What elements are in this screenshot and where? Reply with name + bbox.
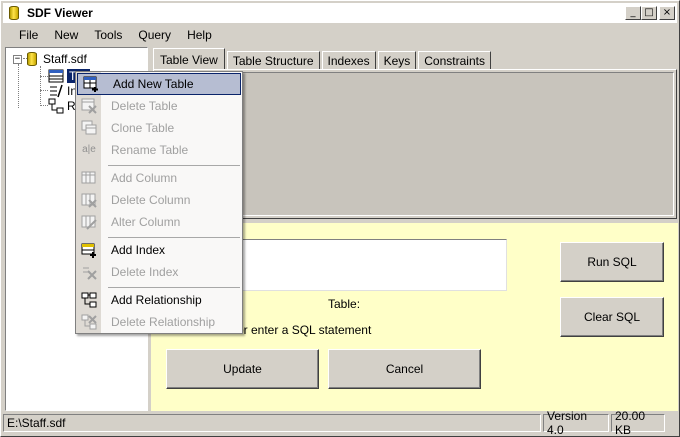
minimize-icon: _: [630, 7, 636, 18]
relationship-icon: [48, 98, 64, 114]
database-icon: [6, 5, 22, 21]
context-menu: Add New Table Delete Table Clone Table a…: [75, 71, 243, 334]
menu-item-rename-table[interactable]: a|e Rename Table: [76, 139, 242, 161]
collapse-icon[interactable]: −: [13, 54, 22, 64]
database-icon: [24, 51, 40, 67]
close-icon: ×: [662, 7, 672, 18]
delete-index-icon: [81, 264, 97, 280]
clear-sql-button[interactable]: Clear SQL: [560, 297, 664, 337]
main-window: SDF Viewer _ □ × File New Tools Query He…: [0, 0, 680, 437]
status-size: 20.00 KB: [611, 409, 665, 437]
menu-file[interactable]: File: [3, 28, 46, 42]
close-button[interactable]: ×: [659, 6, 675, 20]
menu-item-label: Add Relationship: [111, 293, 202, 307]
maximize-button[interactable]: □: [641, 6, 657, 20]
menu-item-delete-column[interactable]: Delete Column: [76, 189, 242, 211]
tree-root[interactable]: − Staff.sdf: [13, 51, 87, 67]
menu-item-label: Delete Index: [111, 265, 179, 279]
minimize-button[interactable]: _: [625, 6, 641, 20]
status-version: Version 4.0: [543, 409, 609, 437]
menu-item-label: Alter Column: [111, 215, 181, 229]
tab-table-structure[interactable]: Table Structure: [226, 51, 320, 70]
tab-constraints[interactable]: Constraints: [418, 51, 491, 70]
alter-column-icon: [81, 214, 97, 230]
maximize-icon: □: [644, 7, 654, 18]
menu-item-delete-relationship[interactable]: Delete Relationship: [76, 311, 242, 333]
tab-keys[interactable]: Keys: [377, 51, 417, 70]
update-button[interactable]: Update: [166, 349, 319, 389]
menu-item-alter-column[interactable]: Alter Column: [76, 211, 242, 233]
menu-item-label: Clone Table: [111, 121, 175, 135]
sql-hint: or enter a SQL statement: [237, 323, 372, 337]
window-title: SDF Viewer: [27, 6, 93, 20]
rename-table-icon: a|e: [82, 144, 96, 155]
menu-item-add-relationship[interactable]: Add Relationship: [76, 289, 242, 311]
tab-table-view[interactable]: Table View: [153, 48, 225, 70]
menu-item-label: Add New Table: [113, 77, 194, 91]
menu-item-label: Delete Table: [111, 99, 178, 113]
tab-strip: Table View Table Structure Indexes Keys …: [153, 48, 493, 70]
tree-item-relationships[interactable]: R: [46, 98, 76, 114]
menu-new[interactable]: New: [46, 28, 86, 42]
add-column-icon: [81, 170, 97, 186]
run-sql-button[interactable]: Run SQL: [560, 242, 664, 282]
menu-item-label: Delete Relationship: [111, 315, 216, 329]
clone-table-icon: [81, 120, 97, 136]
menu-help[interactable]: Help: [179, 28, 220, 42]
menu-item-delete-index[interactable]: Delete Index: [76, 261, 242, 283]
add-relationship-icon: [81, 292, 97, 308]
cancel-button[interactable]: Cancel: [328, 349, 481, 389]
menu-tools[interactable]: Tools: [86, 28, 130, 42]
menu-bar: File New Tools Query Help: [3, 25, 677, 45]
menu-item-add-new-table[interactable]: Add New Table: [77, 73, 241, 95]
sql-input[interactable]: [237, 239, 507, 291]
menu-item-clone-table[interactable]: Clone Table: [76, 117, 242, 139]
delete-table-icon: [81, 98, 97, 114]
menu-item-label: Delete Column: [111, 193, 191, 207]
menu-query[interactable]: Query: [130, 28, 179, 42]
tree-item-indexes[interactable]: In: [46, 83, 77, 99]
tree-root-label: Staff.sdf: [43, 52, 87, 66]
table-label: Table:: [328, 297, 361, 311]
menu-item-label: Rename Table: [111, 143, 189, 157]
menu-item-label: Add Index: [111, 243, 166, 257]
add-index-icon: [81, 242, 97, 258]
delete-relationship-icon: [81, 314, 97, 330]
menu-item-label: Add Column: [111, 171, 178, 185]
status-bar: E:\Staff.sdf Version 4.0 20.00 KB: [3, 409, 677, 437]
add-table-icon: [83, 76, 99, 92]
delete-column-icon: [81, 192, 97, 208]
menu-item-delete-table[interactable]: Delete Table: [76, 95, 242, 117]
tab-indexes[interactable]: Indexes: [321, 51, 376, 70]
title-bar[interactable]: SDF Viewer _ □ ×: [3, 3, 677, 23]
status-path: E:\Staff.sdf: [3, 414, 541, 432]
menu-item-add-column[interactable]: Add Column: [76, 167, 242, 189]
table-icon: [48, 68, 64, 84]
menu-item-add-index[interactable]: Add Index: [76, 239, 242, 261]
index-icon: [48, 83, 64, 99]
